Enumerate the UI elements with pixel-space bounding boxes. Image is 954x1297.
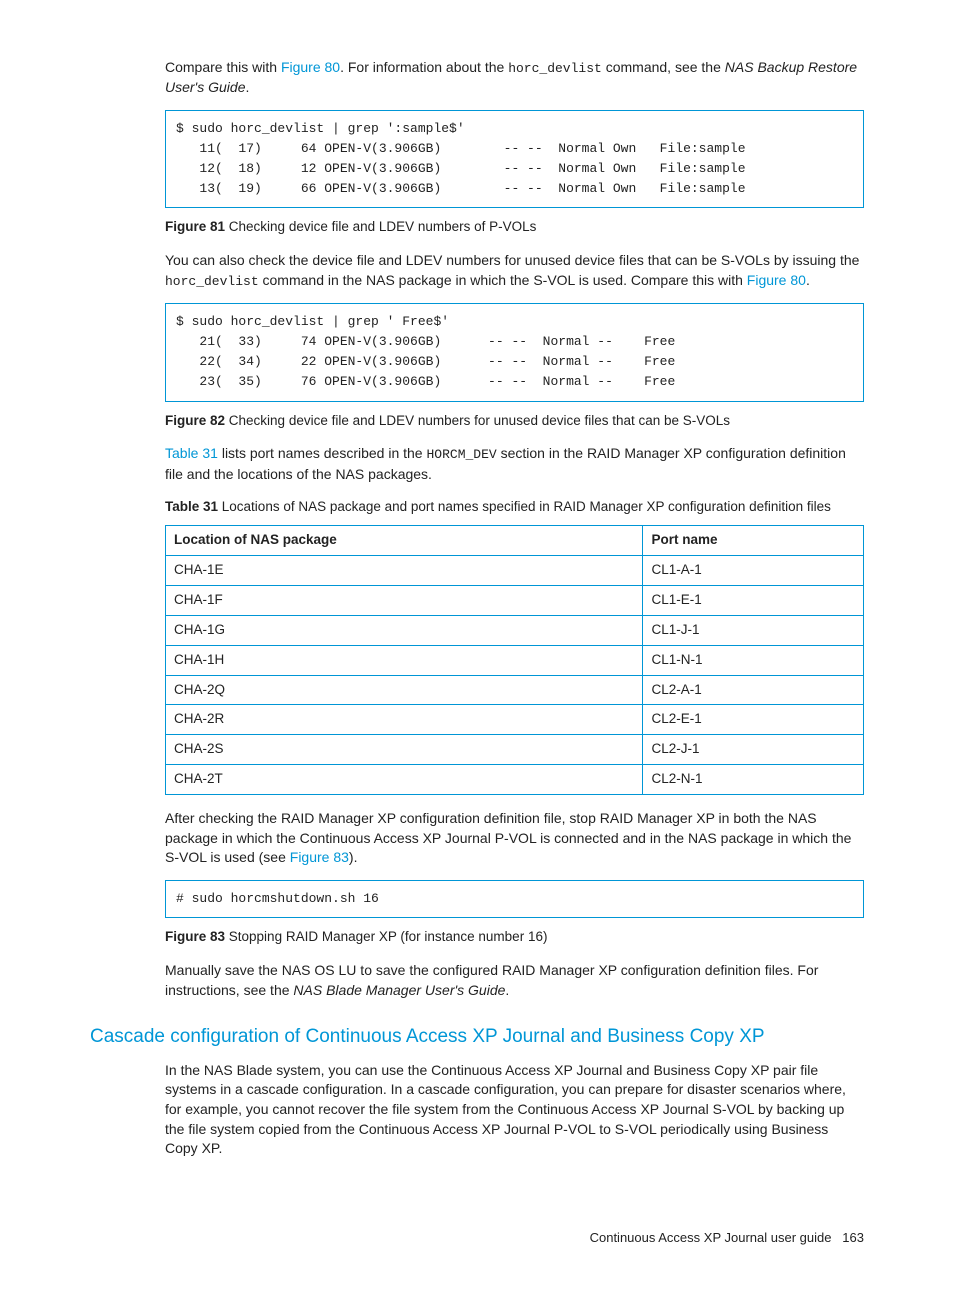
table-31-lead: Table 31 xyxy=(165,499,218,514)
cell-port: CL2-E-1 xyxy=(643,705,864,735)
intro-pre: Compare this with xyxy=(165,59,281,75)
code-block-3: # sudo horcmshutdown.sh 16 xyxy=(165,880,864,918)
code-block-1: $ sudo horc_devlist | grep ':sample$' 11… xyxy=(165,110,864,209)
paragraph-4: After checking the RAID Manager XP confi… xyxy=(165,809,864,868)
cell-location: CHA-2R xyxy=(166,705,643,735)
cell-port: CL2-J-1 xyxy=(643,735,864,765)
paragraph-6: In the NAS Blade system, you can use the… xyxy=(165,1061,864,1159)
para4-text2: ). xyxy=(349,849,358,865)
figure-83-lead: Figure 83 xyxy=(165,929,225,944)
para2-text1: You can also check the device file and L… xyxy=(165,252,859,268)
footer-title: Continuous Access XP Journal user guide xyxy=(590,1230,832,1245)
cell-location: CHA-2T xyxy=(166,765,643,795)
paragraph-3: Table 31 lists port names described in t… xyxy=(165,444,864,484)
paragraph-2: You can also check the device file and L… xyxy=(165,251,864,291)
col-header-port: Port name xyxy=(643,526,864,556)
table-row: CHA-1ECL1-A-1 xyxy=(166,556,864,586)
paragraph-5: Manually save the NAS OS LU to save the … xyxy=(165,961,864,1000)
figure-83-link[interactable]: Figure 83 xyxy=(290,849,349,865)
para4-text1: After checking the RAID Manager XP confi… xyxy=(165,810,851,865)
para2-code: horc_devlist xyxy=(165,274,259,289)
table-header-row: Location of NAS package Port name xyxy=(166,526,864,556)
cell-location: CHA-1E xyxy=(166,556,643,586)
para2-text3: . xyxy=(806,272,810,288)
page-footer: Continuous Access XP Journal user guide … xyxy=(90,1229,864,1247)
cell-port: CL1-N-1 xyxy=(643,645,864,675)
table-31-caption: Table 31 Locations of NAS package and po… xyxy=(165,498,864,517)
cell-port: CL1-J-1 xyxy=(643,615,864,645)
intro-paragraph: Compare this with Figure 80. For informa… xyxy=(165,58,864,98)
intro-end: . xyxy=(245,79,249,95)
figure-83-text: Stopping RAID Manager XP (for instance n… xyxy=(225,929,547,944)
figure-80-link-2[interactable]: Figure 80 xyxy=(747,272,806,288)
table-row: CHA-1GCL1-J-1 xyxy=(166,615,864,645)
table-row: CHA-2RCL2-E-1 xyxy=(166,705,864,735)
intro-post1: command, see the xyxy=(602,59,725,75)
cell-port: CL2-A-1 xyxy=(643,675,864,705)
cell-location: CHA-1G xyxy=(166,615,643,645)
section-heading: Cascade configuration of Continuous Acce… xyxy=(90,1024,864,1051)
table-row: CHA-1HCL1-N-1 xyxy=(166,645,864,675)
port-table: Location of NAS package Port name CHA-1E… xyxy=(165,525,864,795)
para3-code: HORCM_DEV xyxy=(426,447,496,462)
figure-81-lead: Figure 81 xyxy=(165,219,225,234)
figure-80-link[interactable]: Figure 80 xyxy=(281,59,340,75)
cell-location: CHA-2S xyxy=(166,735,643,765)
para3-text1: lists port names described in the xyxy=(218,445,427,461)
cell-port: CL1-E-1 xyxy=(643,585,864,615)
table-31-caption-text: Locations of NAS package and port names … xyxy=(218,499,831,514)
table-row: CHA-1FCL1-E-1 xyxy=(166,585,864,615)
figure-82-caption: Figure 82 Checking device file and LDEV … xyxy=(165,412,864,431)
figure-82-lead: Figure 82 xyxy=(165,413,225,428)
cell-location: CHA-1F xyxy=(166,585,643,615)
table-row: CHA-2SCL2-J-1 xyxy=(166,735,864,765)
intro-code: horc_devlist xyxy=(508,61,602,76)
table-row: CHA-2QCL2-A-1 xyxy=(166,675,864,705)
figure-83-caption: Figure 83 Stopping RAID Manager XP (for … xyxy=(165,928,864,947)
cell-location: CHA-2Q xyxy=(166,675,643,705)
cell-location: CHA-1H xyxy=(166,645,643,675)
code-block-2: $ sudo horc_devlist | grep ' Free$' 21( … xyxy=(165,303,864,402)
col-header-location: Location of NAS package xyxy=(166,526,643,556)
cell-port: CL2-N-1 xyxy=(643,765,864,795)
table-31-link[interactable]: Table 31 xyxy=(165,445,218,461)
para5-text2: . xyxy=(505,982,509,998)
table-row: CHA-2TCL2-N-1 xyxy=(166,765,864,795)
para2-text2: command in the NAS package in which the … xyxy=(259,272,747,288)
para5-ital: NAS Blade Manager User's Guide xyxy=(293,982,505,998)
figure-81-text: Checking device file and LDEV numbers of… xyxy=(225,219,536,234)
cell-port: CL1-A-1 xyxy=(643,556,864,586)
figure-82-text: Checking device file and LDEV numbers fo… xyxy=(225,413,730,428)
footer-page: 163 xyxy=(842,1230,864,1245)
figure-81-caption: Figure 81 Checking device file and LDEV … xyxy=(165,218,864,237)
intro-mid: . For information about the xyxy=(340,59,508,75)
